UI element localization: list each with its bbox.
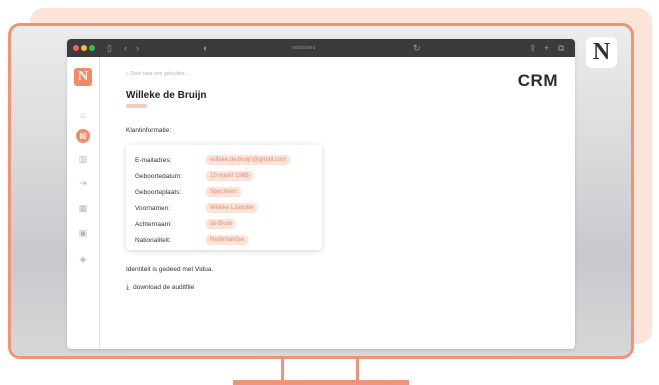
- app-sidebar: N ⌂ ▤ ▥ ⇥ ▦ ▣ ◈: [67, 57, 100, 349]
- page-title: CRM: [517, 71, 558, 90]
- export-icon[interactable]: ⇥: [77, 177, 89, 189]
- field-value: willeke.de.bruijn@gmail.com: [206, 155, 291, 165]
- reload-icon[interactable]: ↻: [413, 41, 421, 55]
- forward-icon[interactable]: ›: [136, 41, 139, 55]
- document-icon[interactable]: ▤: [76, 129, 90, 143]
- field-value: Specimen: [206, 187, 241, 197]
- field-label: Nationaliteit:: [135, 237, 171, 244]
- status-badge: [126, 104, 147, 108]
- download-icon: ⤓: [126, 284, 130, 291]
- field-value: Willeke Liselotte: [206, 203, 258, 213]
- back-icon[interactable]: ‹: [124, 41, 127, 55]
- file-icon[interactable]: ▦: [77, 202, 89, 214]
- maximize-window-button[interactable]: [89, 45, 95, 51]
- main-content: ⌕ Zoek naar een gebruiker... CRM Willeke…: [100, 57, 575, 349]
- brand-badge: N: [586, 37, 617, 68]
- field-value: 10 maart 1965: [206, 171, 253, 181]
- new-tab-icon[interactable]: +: [544, 41, 549, 55]
- monitor-stand-base: [233, 380, 409, 385]
- search-icon: ⌕: [126, 71, 129, 77]
- share-icon[interactable]: ⇪: [529, 41, 537, 55]
- search-placeholder: Zoek naar een gebruiker...: [130, 71, 189, 77]
- browser-window: ▯ ‹ › ◐ notarisoeu ↻ ⇪ + ⧉ N ⌂ ▤ ▥ ⇥ ▦ ▣…: [67, 39, 575, 349]
- search-input[interactable]: ⌕ Zoek naar een gebruiker...: [126, 71, 189, 77]
- search-document-icon[interactable]: ▥: [77, 153, 89, 165]
- verification-status: Identiteit is gedeed met Vidua.: [126, 266, 214, 273]
- client-name: Willeke de Bruijn: [126, 90, 207, 101]
- field-label: Achternaam:: [135, 221, 172, 228]
- tag-icon[interactable]: ◈: [77, 253, 89, 265]
- minimize-window-button[interactable]: [81, 45, 87, 51]
- home-icon[interactable]: ⌂: [77, 109, 89, 121]
- tabs-overview-icon[interactable]: ⧉: [558, 41, 564, 55]
- field-label: E-mailadres:: [135, 157, 172, 164]
- monitor-stand-right: [356, 359, 359, 381]
- close-window-button[interactable]: [73, 45, 79, 51]
- field-label: Geboorteplaats:: [135, 189, 182, 196]
- privacy-icon[interactable]: ◐: [203, 41, 208, 55]
- section-title: Klantinformatie:: [126, 127, 172, 134]
- field-value: de Bruin: [206, 219, 237, 229]
- client-info-card: E-mailadres: willeke.de.bruijn@gmail.com…: [126, 145, 322, 250]
- sidebar-toggle-icon[interactable]: ▯: [107, 41, 112, 55]
- monitor-stand-left: [281, 359, 284, 381]
- field-label: Voornamen:: [135, 205, 171, 212]
- field-value: Nederlandse: [206, 235, 249, 245]
- browser-titlebar: ▯ ‹ › ◐ notarisoeu ↻ ⇪ + ⧉: [67, 39, 575, 57]
- app-logo: N: [74, 68, 92, 86]
- download-auditfile-link[interactable]: ⤓ download de auditfile: [126, 284, 194, 292]
- address-bar[interactable]: notarisoeu: [292, 43, 315, 53]
- field-label: Geboortedatum:: [135, 173, 182, 180]
- download-label: download de auditfile: [133, 284, 195, 291]
- calendar-icon[interactable]: ▣: [77, 227, 89, 239]
